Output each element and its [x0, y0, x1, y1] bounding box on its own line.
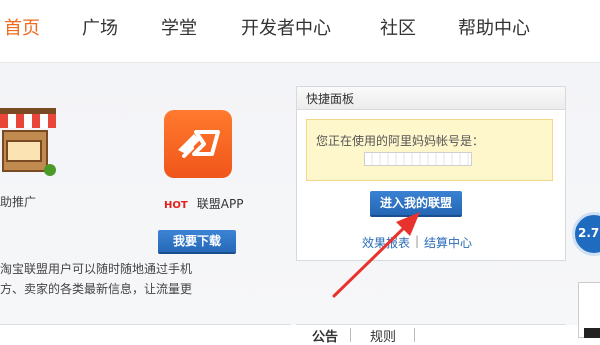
bottom-tabs-divider — [296, 324, 566, 325]
tab-divider — [414, 328, 415, 342]
tab-rules[interactable]: 规则 — [370, 326, 396, 345]
red-arrow-annotation — [332, 212, 420, 298]
bottom-left-box — [0, 324, 290, 339]
tab-divider — [350, 328, 351, 342]
floating-badge-value: 2.7 — [578, 226, 600, 240]
tab-announcement[interactable]: 公告 — [312, 326, 338, 345]
right-side-dark-block — [584, 328, 600, 338]
